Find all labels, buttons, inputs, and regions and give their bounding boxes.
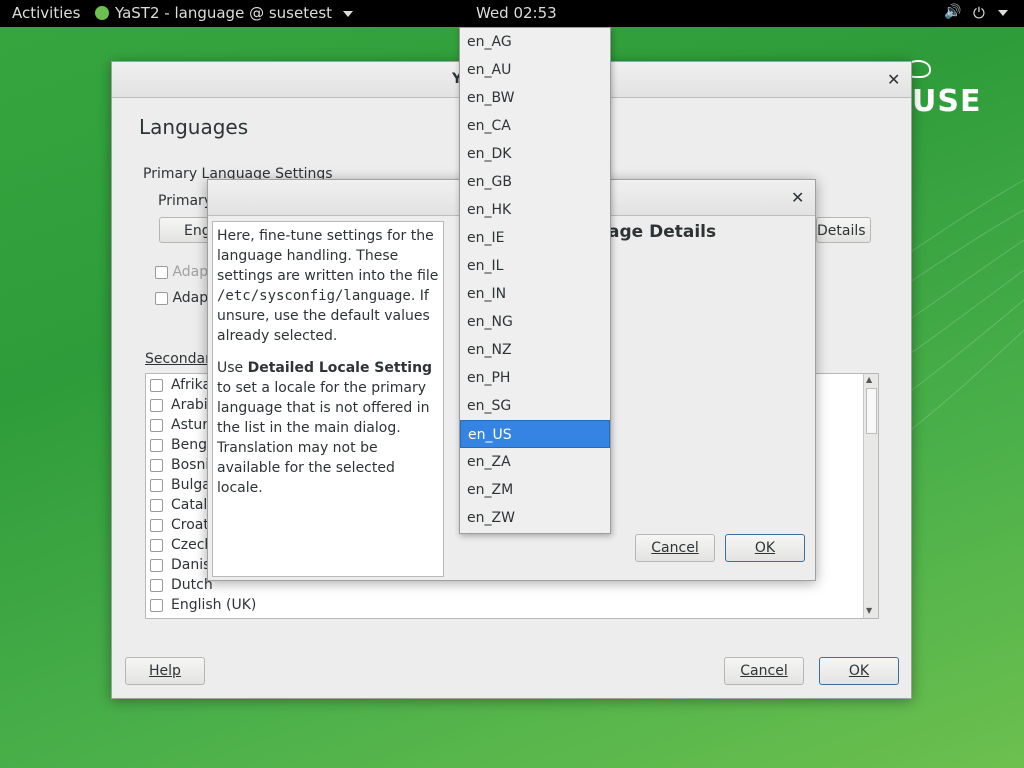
locale-option[interactable]: en_ZM (460, 476, 610, 504)
details-heading: age Details (608, 222, 717, 242)
checkbox[interactable] (150, 518, 163, 532)
system-menu-chevron-icon[interactable] (998, 10, 1008, 16)
checkbox[interactable] (150, 498, 163, 512)
list-item-label: English (UK) (171, 597, 257, 613)
list-item[interactable]: English (UK) (150, 595, 256, 615)
app-menu[interactable]: YaST2 - language @ susetest (95, 4, 353, 22)
details-ok-button[interactable]: OK (725, 534, 805, 562)
locale-option[interactable]: en_DK (460, 140, 610, 168)
checkbox[interactable] (150, 538, 163, 552)
volume-icon[interactable]: 🔊 (944, 4, 961, 20)
locale-option[interactable]: en_GB (460, 168, 610, 196)
adapt-keyboard-label: Adap (172, 264, 209, 280)
checkbox[interactable] (150, 578, 163, 592)
checkbox[interactable] (150, 598, 163, 612)
scrollbar-thumb[interactable] (866, 388, 877, 434)
help-button[interactable]: Help (125, 657, 205, 685)
primary-language-label: Primary (158, 193, 213, 209)
locale-option[interactable]: en_NZ (460, 336, 610, 364)
locale-option[interactable]: en_BW (460, 84, 610, 112)
page-title: Languages (139, 115, 249, 139)
locale-option[interactable]: en_IL (460, 252, 610, 280)
help-text-panel: Here, fine-tune settings for the languag… (212, 221, 444, 577)
locale-option[interactable]: en_CA (460, 112, 610, 140)
scrollbar[interactable]: ▲ ▼ (863, 374, 878, 618)
details-cancel-label: Cancel (651, 540, 699, 556)
locale-option[interactable]: en_US (460, 420, 610, 448)
locale-option[interactable]: en_AG (460, 28, 610, 56)
list-item[interactable]: Arabic (150, 395, 215, 415)
ok-button[interactable]: OK (819, 657, 899, 685)
details-cancel-button[interactable]: Cancel (635, 534, 715, 562)
close-icon[interactable]: ✕ (887, 70, 900, 89)
chevron-down-icon (342, 10, 353, 17)
locale-option[interactable]: en_NG (460, 308, 610, 336)
locale-option[interactable]: en_ZW (460, 504, 610, 532)
checkbox[interactable] (150, 458, 163, 472)
locale-option[interactable]: en_IE (460, 224, 610, 252)
cancel-button-label: Cancel (740, 663, 788, 679)
list-item[interactable]: Czech (150, 535, 213, 555)
locale-option[interactable]: en_AU (460, 56, 610, 84)
suse-logo: USE (912, 84, 982, 119)
checkbox[interactable] (150, 398, 163, 412)
checkbox[interactable] (155, 265, 168, 279)
yast-icon (95, 6, 109, 20)
details-button[interactable]: Details (816, 217, 871, 243)
locale-dropdown-popup[interactable]: en_AG en_AU en_BW en_CA en_DK en_GB en_HK en_IE… (459, 27, 611, 534)
close-icon[interactable]: ✕ (791, 188, 804, 207)
help-paragraph-1: Here, fine-tune settings for the languag… (217, 228, 439, 344)
locale-option[interactable]: en_SG (460, 392, 610, 420)
scroll-up-icon[interactable]: ▲ (866, 375, 872, 384)
activities-button[interactable]: Activities (12, 4, 80, 22)
ok-button-label: OK (848, 663, 870, 679)
cancel-button[interactable]: Cancel (724, 657, 804, 685)
checkbox[interactable] (150, 438, 163, 452)
help-button-label: Help (149, 663, 181, 679)
power-icon[interactable]: ⏻ (973, 4, 985, 22)
adapt-timezone-checkbox[interactable]: Adapt (155, 290, 214, 306)
app-menu-label: YaST2 - language @ susetest (115, 4, 333, 22)
adapt-keyboard-checkbox[interactable]: Adap (155, 264, 208, 280)
checkbox[interactable] (155, 291, 168, 305)
help-paragraph-2: Use Detailed Locale Setting to set a loc… (217, 360, 433, 496)
checkbox[interactable] (150, 418, 163, 432)
checkbox[interactable] (150, 378, 163, 392)
details-ok-label: OK (754, 540, 776, 556)
locale-option[interactable]: en_ZA (460, 448, 610, 476)
locale-option[interactable]: en_HK (460, 196, 610, 224)
checkbox[interactable] (150, 558, 163, 572)
list-item[interactable]: Dutch (150, 575, 213, 595)
scroll-down-icon[interactable]: ▼ (866, 606, 872, 615)
locale-option[interactable]: en_PH (460, 364, 610, 392)
checkbox[interactable] (150, 478, 163, 492)
clock[interactable]: Wed 02:53 (476, 4, 557, 22)
top-bar: Activities YaST2 - language @ susetest W… (0, 0, 1024, 27)
locale-option[interactable]: en_IN (460, 280, 610, 308)
